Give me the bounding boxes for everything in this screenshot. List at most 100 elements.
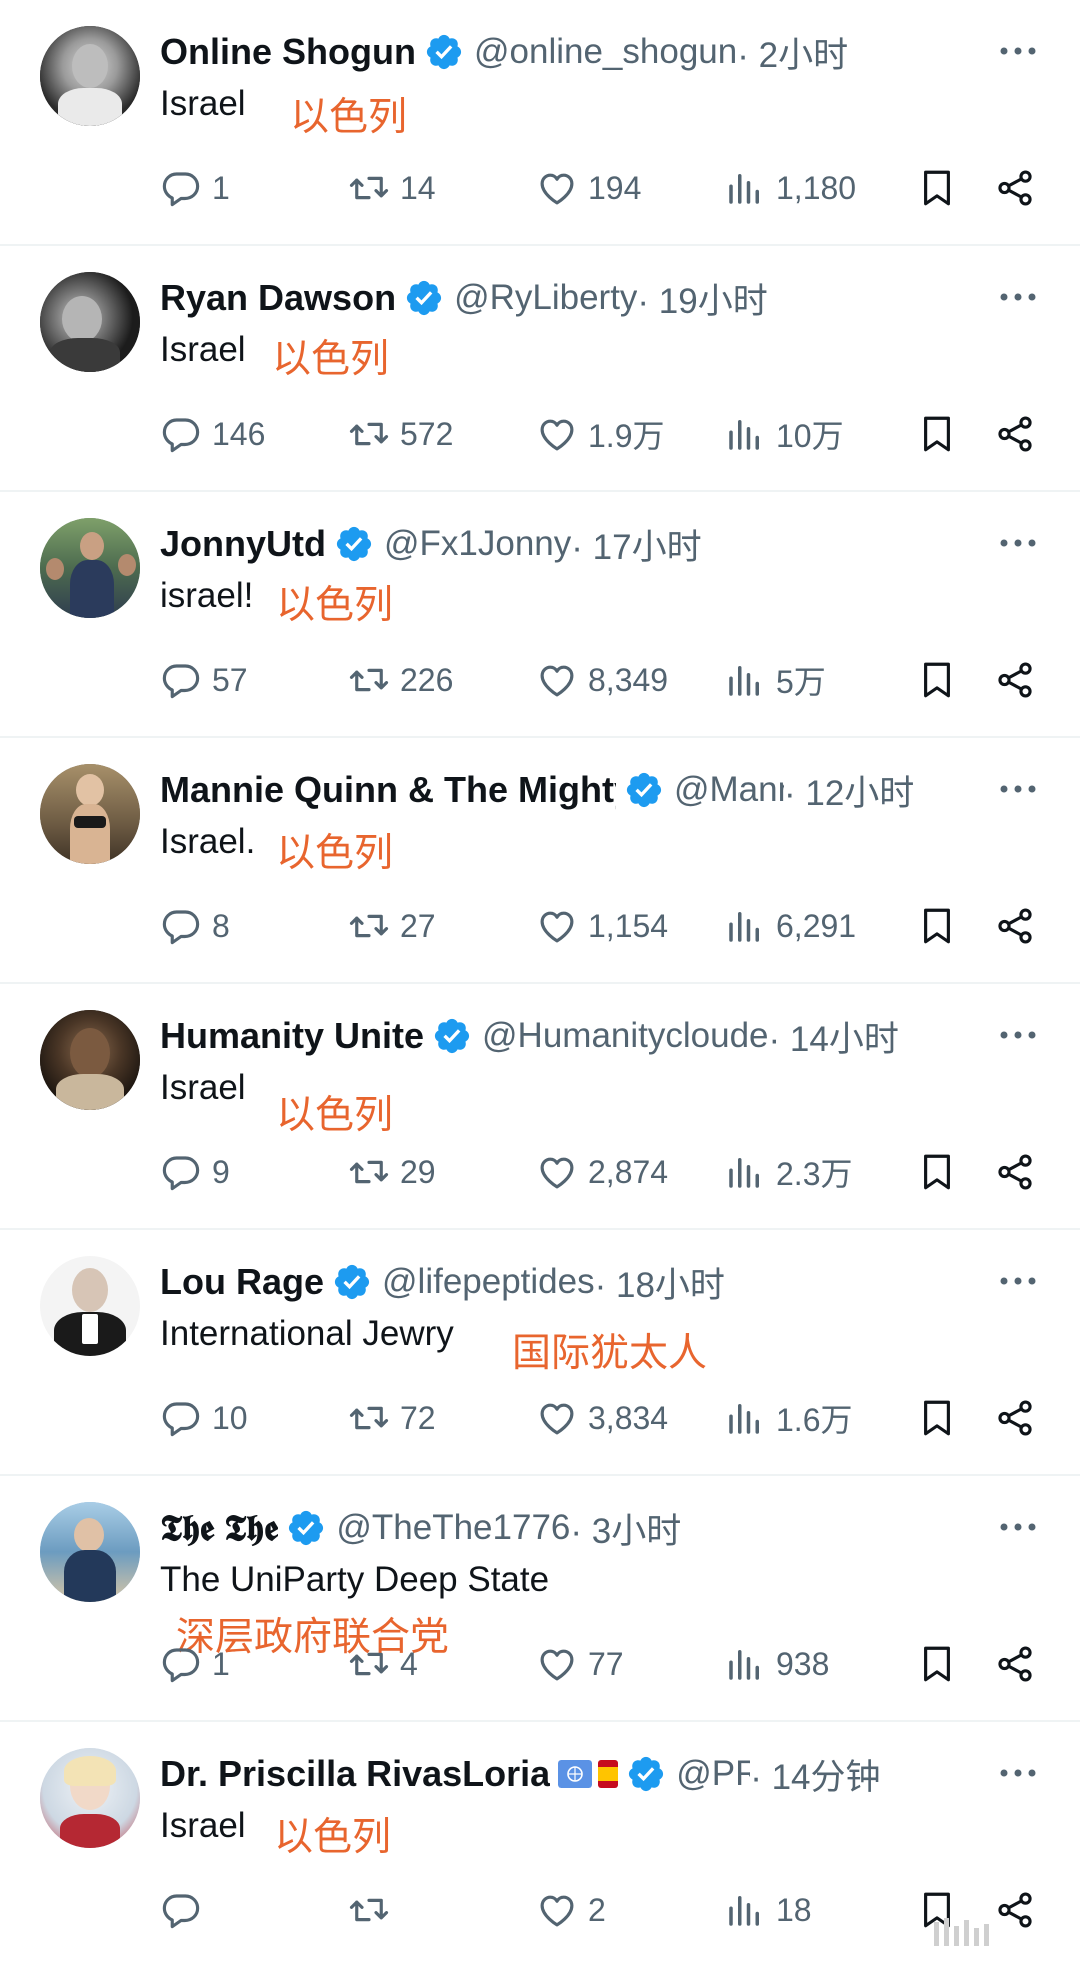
verified-badge-icon — [406, 280, 442, 316]
views-button[interactable]: 18 — [724, 1888, 812, 1932]
retweet-button[interactable]: 27 — [348, 904, 436, 948]
more-icon[interactable] — [996, 1020, 1040, 1050]
tweet[interactable]: JonnyUtd @Fx1Jonny · 17小时 israel! 以色列 57… — [0, 492, 1080, 738]
share-button[interactable] — [994, 904, 1036, 948]
views-button[interactable]: 1.6万 — [724, 1396, 853, 1440]
heart-icon — [540, 173, 574, 205]
tweet[interactable]: Humanity Unite @Humanitycloude · 14小时 Is… — [0, 984, 1080, 1230]
tweet[interactable]: Lou Rage @lifepeptides · 18小时 Internatio… — [0, 1230, 1080, 1476]
timestamp[interactable]: · 18小时 — [595, 1258, 725, 1306]
views-button[interactable]: 5万 — [724, 658, 826, 702]
share-button[interactable] — [994, 1396, 1036, 1440]
tweet-actions: 146 572 1.9万 10万 — [160, 412, 1040, 456]
author-name[interactable]: Lou Rage — [160, 1261, 324, 1303]
views-button[interactable]: 2.3万 — [724, 1150, 853, 1194]
avatar[interactable] — [40, 518, 140, 618]
avatar[interactable] — [40, 26, 140, 126]
author-name[interactable]: 𝕿𝖍𝖊 𝕿𝖍𝖊 — [160, 1507, 278, 1550]
author-handle[interactable]: @online_shogun — [474, 32, 737, 72]
author-handle[interactable]: @RyLiberty — [454, 278, 637, 318]
reply-button[interactable] — [160, 1888, 212, 1932]
bookmark-icon — [924, 170, 950, 206]
bookmark-button[interactable] — [916, 1396, 958, 1440]
author-handle[interactable]: @TheThe1776 — [336, 1508, 570, 1548]
bookmark-button[interactable] — [916, 658, 958, 702]
avatar[interactable] — [40, 1256, 140, 1356]
bookmark-button[interactable] — [916, 1642, 958, 1686]
more-icon[interactable] — [996, 774, 1040, 804]
like-button[interactable]: 8,349 — [536, 658, 668, 702]
author-name[interactable]: Ryan Dawson — [160, 277, 396, 319]
more-icon[interactable] — [996, 528, 1040, 558]
views-button[interactable]: 938 — [724, 1642, 829, 1686]
reply-button[interactable]: 9 — [160, 1150, 230, 1194]
like-button[interactable]: 77 — [536, 1642, 624, 1686]
timestamp[interactable]: · 2小时 — [737, 28, 848, 76]
share-button[interactable] — [994, 166, 1036, 210]
timestamp[interactable]: · 14分钟 — [750, 1750, 880, 1798]
tweet[interactable]: Mannie Quinn & The Mighty @Mannie · 12小时… — [0, 738, 1080, 984]
reply-button[interactable]: 10 — [160, 1396, 248, 1440]
tweet[interactable]: Ryan Dawson @RyLiberty · 19小时 Israel 以色列… — [0, 246, 1080, 492]
author-handle[interactable]: @Humanitycloude — [482, 1016, 769, 1056]
views-button[interactable]: 6,291 — [724, 904, 856, 948]
more-icon[interactable] — [996, 1758, 1040, 1788]
timestamp[interactable]: · 12小时 — [784, 766, 914, 814]
share-button[interactable] — [994, 658, 1036, 702]
author-name[interactable]: Mannie Quinn & The Mighty — [160, 769, 616, 811]
author-handle[interactable]: @lifepeptides — [382, 1262, 595, 1302]
more-icon[interactable] — [996, 36, 1040, 66]
timestamp[interactable]: · 17小时 — [571, 520, 701, 568]
bookmark-button[interactable] — [916, 1150, 958, 1194]
like-button[interactable]: 3,834 — [536, 1396, 668, 1440]
author-name[interactable]: Online Shogun — [160, 31, 416, 73]
author-handle[interactable]: @PRL — [676, 1754, 750, 1794]
more-icon[interactable] — [996, 1512, 1040, 1542]
bookmark-button[interactable] — [916, 166, 958, 210]
more-icon[interactable] — [996, 282, 1040, 312]
avatar[interactable] — [40, 272, 140, 372]
like-button[interactable]: 1,154 — [536, 904, 668, 948]
like-button[interactable]: 194 — [536, 166, 641, 210]
retweet-button[interactable] — [348, 1888, 400, 1932]
views-button[interactable]: 10万 — [724, 412, 844, 456]
reply-button[interactable]: 1 — [160, 1642, 230, 1686]
avatar[interactable] — [40, 1748, 140, 1848]
author-name[interactable]: JonnyUtd — [160, 523, 326, 565]
views-button[interactable]: 1,180 — [724, 166, 856, 210]
timestamp[interactable]: · 14小时 — [769, 1012, 899, 1060]
share-button[interactable] — [994, 412, 1036, 456]
avatar[interactable] — [40, 764, 140, 864]
author-handle[interactable]: @Mannie — [674, 770, 784, 810]
more-icon[interactable] — [996, 1266, 1040, 1296]
retweet-button[interactable]: 29 — [348, 1150, 436, 1194]
bookmark-button[interactable] — [916, 412, 958, 456]
timestamp[interactable]: · 3小时 — [570, 1504, 681, 1552]
share-button[interactable] — [994, 1642, 1036, 1686]
reply-button[interactable]: 57 — [160, 658, 248, 702]
bookmark-button[interactable] — [916, 904, 958, 948]
avatar[interactable] — [40, 1010, 140, 1110]
like-button[interactable]: 2,874 — [536, 1150, 668, 1194]
author-handle[interactable]: @Fx1Jonny — [384, 524, 571, 564]
author-name[interactable]: Dr. Priscilla RivasLoria — [160, 1753, 550, 1795]
reply-button[interactable]: 8 — [160, 904, 230, 948]
tweet[interactable]: 𝕿𝖍𝖊 𝕿𝖍𝖊 @TheThe1776 · 3小时 The UniParty D… — [0, 1476, 1080, 1722]
retweet-button[interactable]: 14 — [348, 166, 436, 210]
tweet[interactable]: Online Shogun @online_shogun · 2小时 Israe… — [0, 0, 1080, 246]
like-button[interactable]: 2 — [536, 1888, 606, 1932]
retweet-button[interactable]: 572 — [348, 412, 453, 456]
tweet-text: International Jewry — [160, 1314, 454, 1353]
reply-button[interactable]: 146 — [160, 412, 265, 456]
retweet-button[interactable]: 226 — [348, 658, 453, 702]
tweet[interactable]: Dr. Priscilla RivasLoria @PRL · 14分钟 Isr… — [0, 1722, 1080, 1968]
view-count: 18 — [776, 1891, 812, 1928]
author-name[interactable]: Humanity Unite — [160, 1015, 424, 1057]
timestamp[interactable]: · 19小时 — [637, 274, 767, 322]
like-button[interactable]: 1.9万 — [536, 412, 665, 456]
retweet-button[interactable]: 4 — [348, 1642, 418, 1686]
reply-button[interactable]: 1 — [160, 166, 230, 210]
retweet-button[interactable]: 72 — [348, 1396, 436, 1440]
share-button[interactable] — [994, 1150, 1036, 1194]
avatar[interactable] — [40, 1502, 140, 1602]
